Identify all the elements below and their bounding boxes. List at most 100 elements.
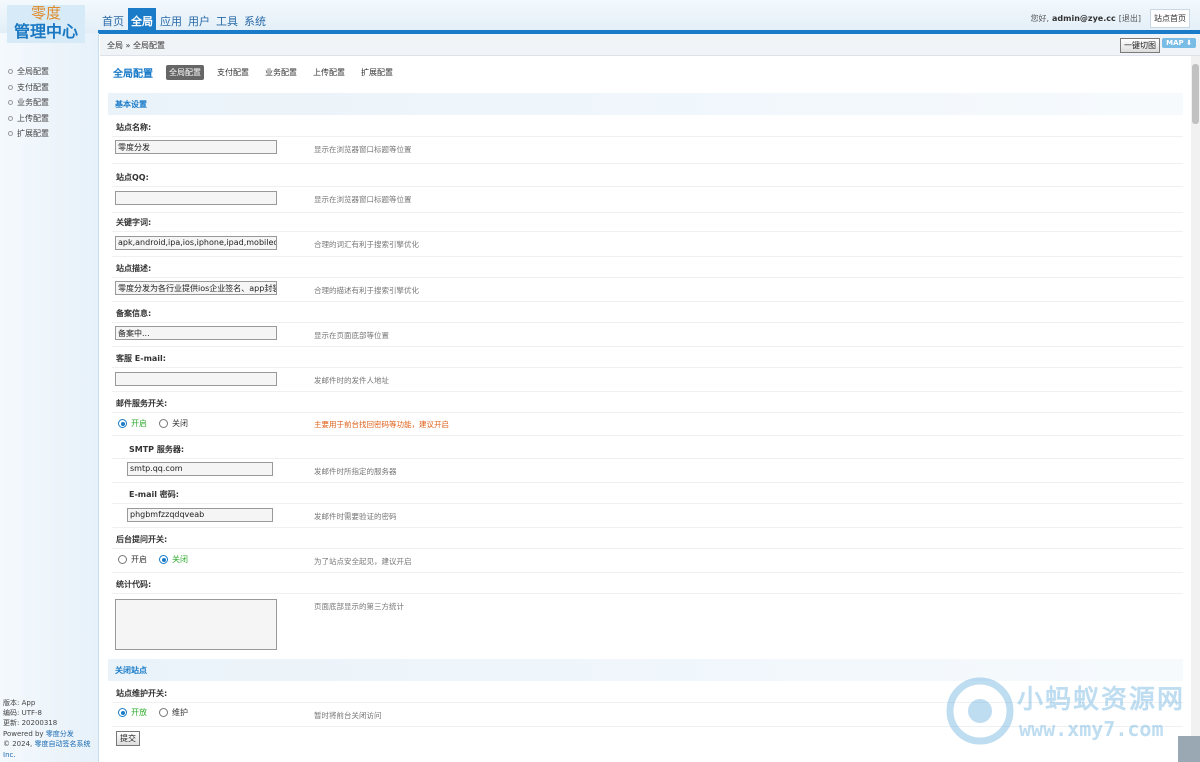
radio-icon[interactable] [159, 419, 168, 428]
admin-question-on[interactable]: 开启 [118, 554, 147, 565]
row-divider [112, 163, 1183, 164]
row-divider [112, 231, 1183, 232]
mail-switch-on[interactable]: 开启 [118, 418, 147, 429]
email-pwd-input[interactable]: phgbmfzzqdqveab [127, 508, 273, 522]
section-basic: 基本设置 [108, 93, 1183, 115]
logout-link[interactable]: [退出] [1119, 13, 1141, 24]
smtp-label: SMTP 服务器: [129, 445, 185, 454]
icp-label: 备案信息: [116, 309, 152, 318]
admin-question-label: 后台提问开关: [116, 535, 168, 544]
email-pwd-label: E-mail 密码: [129, 490, 179, 499]
maintenance-close[interactable]: 维护 [159, 707, 188, 718]
mail-switch-group: 开启 关闭 [118, 418, 200, 429]
bullet-icon [8, 100, 13, 106]
stats-code-textarea[interactable] [115, 599, 277, 650]
description-input[interactable]: 零度分发为各行业提供ios企业签名、app封装 [115, 281, 277, 295]
row-divider [112, 435, 1183, 436]
scroll-thumb[interactable] [1192, 64, 1199, 124]
keywords-hint: 合理的词汇有利于搜索引擎优化 [314, 240, 419, 249]
watermark: 小蚂蚁资源网 www.xmy7.com [945, 675, 1190, 755]
sidebar-item-global[interactable]: 全局配置 [8, 64, 49, 80]
row-divider [112, 482, 1183, 483]
description-label: 站点描述: [116, 264, 152, 273]
bullet-icon [8, 84, 13, 90]
breadcrumb: 全局 » 全局配置 [107, 41, 165, 50]
keywords-label: 关键字词: [116, 218, 152, 227]
one-key-switch-button[interactable]: 一键切图 [1120, 38, 1160, 53]
icp-input[interactable]: 备案中... [115, 326, 277, 340]
logo-line2: 管理中心 [13, 22, 78, 41]
sidebar-item-label: 支付配置 [17, 82, 49, 92]
radio-icon[interactable] [118, 555, 127, 564]
mail-switch-off[interactable]: 关闭 [159, 418, 188, 429]
watermark-text2: www.xmy7.com [1019, 717, 1164, 741]
maintenance-label: 站点维护开关: [116, 689, 168, 698]
keywords-input[interactable]: apk,android,ipa,ios,iphone,ipad,mobilec [115, 236, 277, 250]
sidebar-menu: 全局配置 支付配置 业务配置 上传配置 扩展配置 [8, 64, 49, 142]
site-name-hint: 显示在浏览器窗口标题等位置 [314, 145, 412, 154]
sidebar-item-business[interactable]: 业务配置 [8, 95, 49, 111]
powered-prefix: Powered by [3, 729, 46, 738]
maintenance-hint: 暂时将前台关闭访问 [314, 711, 382, 720]
tab-global[interactable]: 全局配置 [166, 65, 204, 80]
stats-code-hint: 页面底部显示的第三方统计 [314, 602, 404, 611]
submit-button[interactable]: 提交 [116, 731, 140, 746]
map-button[interactable]: MAP ⬇ [1162, 38, 1196, 48]
sidebar-item-upload[interactable]: 上传配置 [8, 111, 49, 127]
admin-question-off-label: 关闭 [172, 555, 188, 564]
mail-switch-on-label: 开启 [131, 419, 147, 428]
stats-code-label: 统计代码: [116, 580, 152, 589]
logo: 零度 管理中心 [7, 5, 85, 43]
sidebar-item-extension[interactable]: 扩展配置 [8, 126, 49, 142]
description-hint: 合理的描述有利于搜索引擎优化 [314, 286, 419, 295]
row-divider [112, 256, 1183, 257]
page-title: 全局配置 [113, 69, 153, 80]
row-divider [112, 391, 1183, 392]
tab-payment[interactable]: 支付配置 [214, 65, 252, 80]
row-divider [112, 186, 1183, 187]
site-name-input[interactable]: 零度分发 [115, 140, 277, 154]
radio-checked-icon[interactable] [159, 555, 168, 564]
admin-question-off[interactable]: 关闭 [159, 554, 188, 565]
row-divider [112, 412, 1183, 413]
site-name-label: 站点名称: [116, 123, 152, 132]
admin-question-group: 开启 关闭 [118, 554, 200, 565]
top-header: 零度 管理中心 首页 全局 应用 用户 工具 系统 您好, admin@zye.… [0, 0, 1200, 43]
mail-switch-label: 邮件服务开关: [116, 399, 168, 408]
admin-question-hint: 为了站点安全起见，建议开启 [314, 557, 412, 566]
maintenance-group: 开放 维护 [118, 707, 200, 718]
sidebar-item-label: 扩展配置 [17, 129, 49, 139]
row-divider [112, 527, 1183, 528]
sidebar-item-payment[interactable]: 支付配置 [8, 80, 49, 96]
username: admin@zye.cc [1052, 14, 1116, 23]
tab-business[interactable]: 业务配置 [262, 65, 300, 80]
avatar[interactable] [1178, 736, 1200, 762]
site-qq-label: 站点QQ: [116, 173, 149, 182]
tab-extension[interactable]: 扩展配置 [358, 65, 396, 80]
watermark-logo-icon [946, 677, 1014, 745]
tab-upload[interactable]: 上传配置 [310, 65, 348, 80]
row-divider [112, 301, 1183, 302]
maintenance-open[interactable]: 开放 [118, 707, 147, 718]
copyright-prefix: © 2024, [3, 740, 35, 749]
service-email-hint: 发邮件时的发件人地址 [314, 376, 389, 385]
radio-checked-icon[interactable] [118, 708, 127, 717]
version-text: 版本: App [3, 698, 36, 707]
site-home-button[interactable]: 站点首页 [1150, 9, 1190, 28]
smtp-input[interactable]: smtp.qq.com [127, 462, 273, 476]
service-email-label: 客服 E-mail: [116, 354, 166, 363]
row-divider [112, 503, 1183, 504]
mail-switch-hint: 主要用于前台找回密码等功能，建议开启 [314, 420, 449, 429]
radio-icon[interactable] [159, 708, 168, 717]
user-box: 您好, admin@zye.cc [退出] 站点首页 [1030, 9, 1190, 28]
service-email-input[interactable] [115, 372, 277, 386]
row-divider [112, 277, 1183, 278]
scrollbar[interactable] [1191, 56, 1200, 762]
radio-checked-icon[interactable] [118, 419, 127, 428]
site-qq-input[interactable] [115, 191, 277, 205]
maintenance-open-label: 开放 [131, 708, 147, 717]
powered-link[interactable]: 零度分发 [46, 730, 74, 738]
admin-question-on-label: 开启 [131, 555, 147, 564]
row-divider [112, 548, 1183, 549]
main-tabs: 全局配置 全局配置 支付配置 业务配置 上传配置 扩展配置 [113, 65, 406, 80]
